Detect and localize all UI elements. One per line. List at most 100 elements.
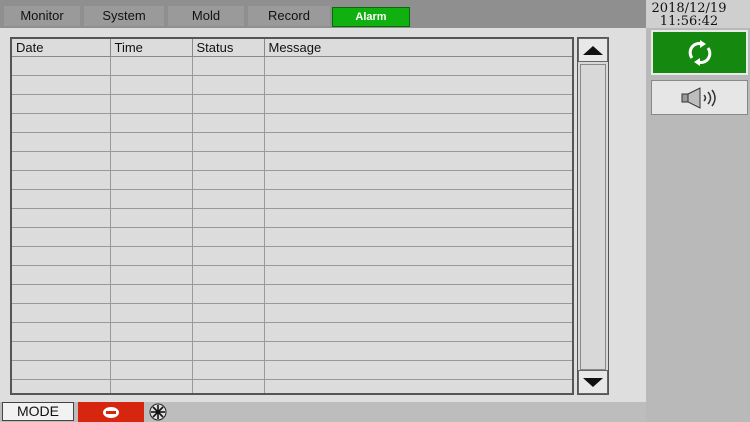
table-cell bbox=[192, 303, 265, 323]
table-cell bbox=[110, 265, 193, 285]
table-row[interactable] bbox=[12, 284, 572, 304]
table-cell bbox=[264, 379, 572, 393]
table-row[interactable] bbox=[12, 341, 572, 361]
table-cell bbox=[110, 227, 193, 247]
column-header-message: Message bbox=[264, 39, 572, 57]
table-row[interactable] bbox=[12, 132, 572, 152]
column-header-time: Time bbox=[110, 39, 193, 57]
mode-button[interactable]: MODE bbox=[2, 402, 74, 421]
table-cell bbox=[110, 284, 193, 304]
table-row[interactable] bbox=[12, 379, 572, 393]
table-cell bbox=[192, 246, 265, 266]
table-row[interactable] bbox=[12, 170, 572, 190]
table-cell bbox=[264, 246, 572, 266]
table-cell bbox=[264, 227, 572, 247]
arrow-up-icon bbox=[583, 45, 603, 55]
table-cell bbox=[110, 75, 193, 95]
table-row[interactable] bbox=[12, 94, 572, 114]
table-cell bbox=[264, 341, 572, 361]
table-cell bbox=[12, 189, 111, 209]
table-cell bbox=[192, 227, 265, 247]
table-row[interactable] bbox=[12, 265, 572, 285]
table-cell bbox=[12, 113, 111, 133]
table-cell bbox=[110, 322, 193, 342]
column-header-date: Date bbox=[12, 39, 111, 57]
table-cell bbox=[12, 75, 111, 95]
table-cell bbox=[12, 379, 111, 393]
top-bar: Monitor System Mold Record Alarm bbox=[0, 0, 646, 28]
tab-system[interactable]: System bbox=[84, 6, 164, 26]
table-cell bbox=[110, 189, 193, 209]
table-cell bbox=[12, 322, 111, 342]
table-cell bbox=[192, 151, 265, 171]
table-cell bbox=[192, 94, 265, 114]
table-cell bbox=[12, 246, 111, 266]
table-cell bbox=[12, 151, 111, 171]
table-cell bbox=[12, 56, 111, 76]
table-row[interactable] bbox=[12, 227, 572, 247]
table-cell bbox=[264, 360, 572, 380]
table-cell bbox=[12, 284, 111, 304]
table-cell bbox=[264, 189, 572, 209]
tab-record[interactable]: Record bbox=[248, 6, 330, 26]
table-cell bbox=[12, 303, 111, 323]
clock-time: 11:56:42 bbox=[659, 14, 719, 29]
table-cell bbox=[110, 208, 193, 228]
table-cell bbox=[192, 208, 265, 228]
table-scrollbar[interactable] bbox=[577, 37, 609, 395]
tab-alarm[interactable]: Alarm bbox=[332, 7, 410, 27]
tab-monitor[interactable]: Monitor bbox=[4, 6, 80, 26]
table-cell bbox=[110, 94, 193, 114]
table-cell bbox=[264, 303, 572, 323]
table-cell bbox=[12, 341, 111, 361]
table-cell bbox=[110, 151, 193, 171]
table-cell bbox=[264, 208, 572, 228]
table-cell bbox=[264, 170, 572, 190]
table-row[interactable] bbox=[12, 360, 572, 380]
table-cell bbox=[192, 170, 265, 190]
table-cell bbox=[192, 75, 265, 95]
table-cell bbox=[192, 56, 265, 76]
table-cell bbox=[110, 341, 193, 361]
table-cell bbox=[12, 227, 111, 247]
table-row[interactable] bbox=[12, 322, 572, 342]
stop-button[interactable] bbox=[78, 402, 144, 422]
table-cell bbox=[12, 360, 111, 380]
refresh-button[interactable] bbox=[651, 30, 748, 75]
table-cell bbox=[12, 208, 111, 228]
fan-icon[interactable] bbox=[146, 403, 170, 421]
table-cell bbox=[110, 56, 193, 76]
table-cell bbox=[264, 151, 572, 171]
table-cell bbox=[12, 94, 111, 114]
table-cell bbox=[264, 113, 572, 133]
table-row[interactable] bbox=[12, 113, 572, 133]
arrow-down-icon bbox=[583, 377, 603, 387]
table-cell bbox=[12, 170, 111, 190]
table-cell bbox=[110, 132, 193, 152]
scroll-track[interactable] bbox=[580, 64, 606, 370]
table-row[interactable] bbox=[12, 246, 572, 266]
table-cell bbox=[192, 341, 265, 361]
table-cell bbox=[12, 265, 111, 285]
column-header-status: Status bbox=[192, 39, 265, 57]
table-cell bbox=[264, 322, 572, 342]
table-row[interactable] bbox=[12, 303, 572, 323]
table-cell bbox=[110, 303, 193, 323]
table-row[interactable] bbox=[12, 151, 572, 171]
table-cell bbox=[110, 113, 193, 133]
table-row[interactable] bbox=[12, 56, 572, 76]
tab-mold[interactable]: Mold bbox=[168, 6, 244, 26]
table-cell bbox=[192, 322, 265, 342]
table-cell bbox=[110, 379, 193, 393]
scroll-down-button[interactable] bbox=[578, 370, 608, 394]
table-cell bbox=[110, 246, 193, 266]
table-row[interactable] bbox=[12, 189, 572, 209]
scroll-up-button[interactable] bbox=[578, 38, 608, 62]
stop-icon bbox=[103, 406, 119, 418]
table-row[interactable] bbox=[12, 75, 572, 95]
table-row[interactable] bbox=[12, 208, 572, 228]
alarm-sound-button[interactable] bbox=[651, 80, 748, 115]
table-cell bbox=[264, 265, 572, 285]
table-header-row: Date Time Status Message bbox=[12, 39, 572, 57]
table-cell bbox=[192, 379, 265, 393]
